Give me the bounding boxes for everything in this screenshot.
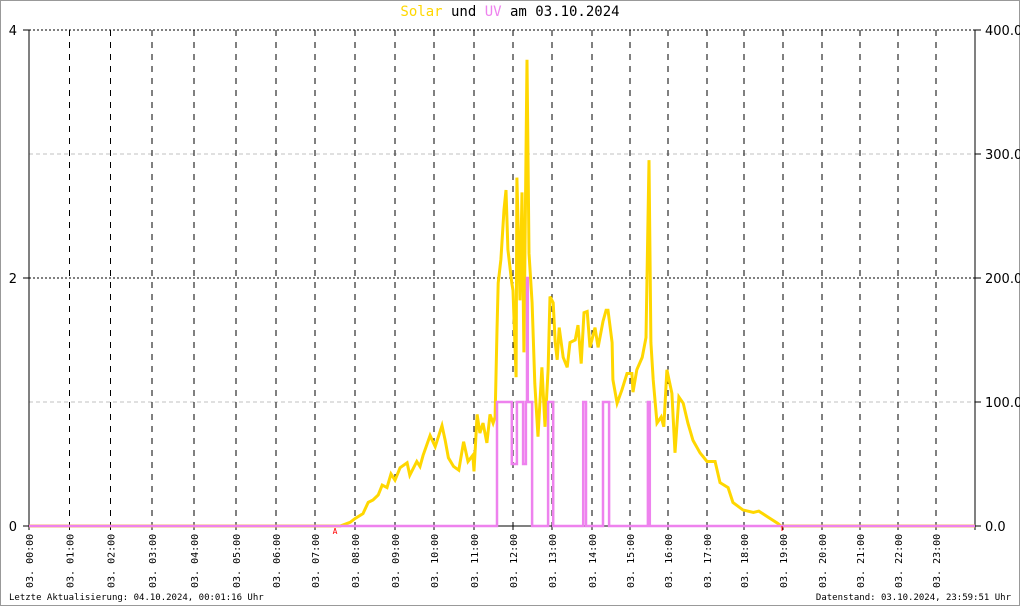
- x-tick-label: 03. 15:00: [626, 534, 637, 588]
- x-tick-label: 03. 01:00: [66, 534, 77, 588]
- x-tick-label: 03. 05:00: [232, 534, 243, 588]
- left-tick-label: 0: [9, 520, 17, 535]
- x-tick-label: 03. 00:00: [25, 534, 36, 588]
- x-tick-label: 03. 21:00: [856, 534, 867, 588]
- x-tick-label: 03. 03:00: [148, 534, 159, 588]
- x-tick-label: 03. 12:00: [509, 534, 520, 588]
- x-tick-label: 03. 06:00: [272, 534, 283, 588]
- x-tick-label: 03. 22:00: [894, 534, 905, 588]
- annotation-marker: A: [333, 527, 338, 536]
- right-tick-label: 200.0: [985, 272, 1020, 287]
- x-tick-label: 03. 16:00: [664, 534, 675, 588]
- right-tick-label: 400.0: [985, 24, 1020, 39]
- right-tick-label: 0.0: [985, 520, 1006, 535]
- footer-last-update: Letzte Aktualisierung: 04.10.2024, 00:01…: [9, 593, 264, 603]
- x-tick-label: 03. 20:00: [818, 534, 829, 588]
- x-tick-label: 03. 23:00: [932, 534, 943, 588]
- x-tick-label: 03. 04:00: [190, 534, 201, 588]
- x-tick-label: 03. 09:00: [391, 534, 402, 588]
- x-tick-label: 03. 08:00: [351, 534, 362, 588]
- x-tick-label: 03. 18:00: [740, 534, 751, 588]
- x-tick-label: 03. 11:00: [470, 534, 481, 588]
- right-tick-label: 300.0: [985, 148, 1020, 163]
- series-solar: [29, 59, 975, 528]
- x-tick-label: 03. 17:00: [703, 534, 714, 588]
- left-tick-label: 2: [9, 272, 17, 287]
- chart-canvas: 0 2 4 0.0 100.0 200.0 300.0 400.0 03. 00:00 03. 0…: [9, 24, 1020, 588]
- x-tick-label: 03. 14:00: [588, 534, 599, 588]
- x-tick-label: 03. 02:00: [107, 534, 118, 588]
- x-tick-label: 03. 10:00: [430, 534, 441, 588]
- left-tick-label: 4: [9, 24, 17, 39]
- x-tick-label: 03. 07:00: [311, 534, 322, 588]
- right-tick-label: 100.0: [985, 396, 1020, 411]
- x-tick-label: 03. 13:00: [548, 534, 559, 588]
- x-tick-label: 03. 19:00: [779, 534, 790, 588]
- footer-data-status: Datenstand: 03.10.2024, 23:59:51 Uhr: [815, 593, 1011, 603]
